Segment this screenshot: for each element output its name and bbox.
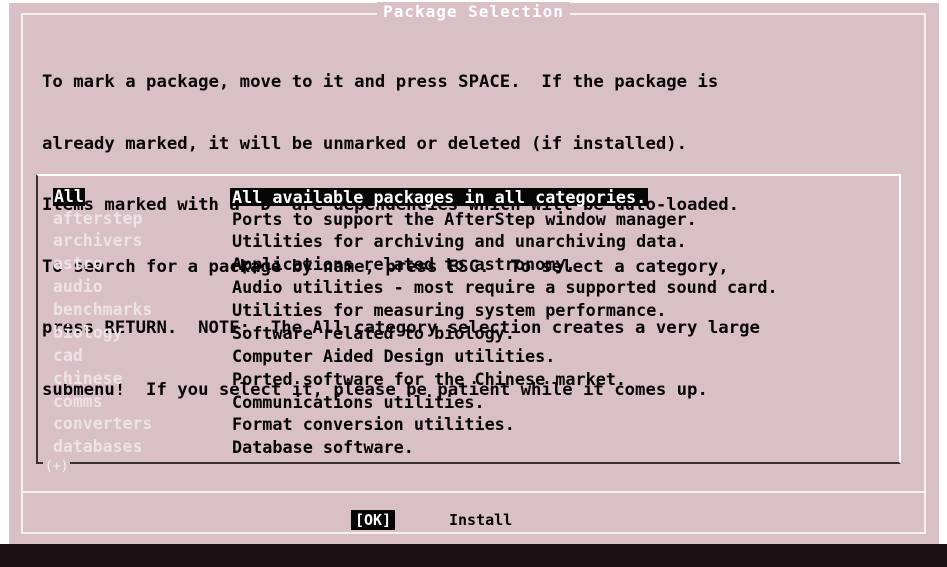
category-description: Software related to biology.: [232, 323, 515, 343]
category-description: Ported software for the Chinese market.: [232, 369, 627, 389]
category-item-archivers[interactable]: archivers Utilities for archiving and un…: [45, 230, 895, 252]
category-description: Computer Aided Design utilities.: [232, 346, 556, 366]
category-item-cad[interactable]: cad Computer Aided Design utilities.: [45, 345, 895, 367]
instruction-line: already marked, it will be unmarked or d…: [42, 133, 688, 154]
category-description: Utilities for measuring system performan…: [232, 300, 667, 320]
category-tag: cad: [53, 346, 83, 365]
category-description: Utilities for archiving and unarchiving …: [232, 231, 687, 251]
category-description: Applications related to astronomy.: [232, 254, 576, 274]
category-description: All available packages in all categories…: [230, 187, 649, 207]
category-item-audio[interactable]: audio Audio utilities - most require a s…: [45, 276, 895, 298]
category-tag: All: [53, 187, 85, 206]
category-tag: comms: [53, 392, 103, 411]
scroll-more-indicator: (+): [43, 459, 71, 474]
category-description: Communications utilities.: [232, 392, 485, 412]
category-item-afterstep[interactable]: afterstep Ports to support the AfterStep…: [45, 208, 895, 230]
category-tag: databases: [53, 437, 143, 456]
category-item-chinese[interactable]: chinese Ported software for the Chinese …: [45, 368, 895, 390]
screen-bottom-edge: [0, 544, 947, 567]
category-tag: converters: [53, 414, 153, 433]
install-button[interactable]: Install: [449, 510, 512, 530]
dialog-title: Package Selection: [377, 2, 570, 21]
category-description: Audio utilities - most require a support…: [232, 277, 778, 297]
ok-button[interactable]: [OK]: [351, 510, 396, 530]
category-item-benchmarks[interactable]: benchmarks Utilities for measuring syste…: [45, 299, 895, 321]
category-description: Ports to support the AfterStep window ma…: [232, 209, 697, 229]
category-item-biology[interactable]: biology Software related to biology.: [45, 322, 895, 344]
category-tag: astro: [53, 254, 103, 273]
category-tag: benchmarks: [53, 300, 153, 319]
dialog-title-bar: Package Selection: [23, 2, 924, 21]
category-tag: biology: [53, 323, 123, 342]
button-divider: [21, 491, 926, 493]
category-tag: archivers: [53, 231, 143, 250]
category-description: Database software.: [232, 437, 414, 457]
category-item-comms[interactable]: comms Communications utilities.: [45, 391, 895, 413]
package-selection-dialog: Package Selection To mark a package, mov…: [9, 2, 939, 544]
category-item-converters[interactable]: converters Format conversion utilities.: [45, 413, 895, 435]
category-description: Format conversion utilities.: [232, 414, 515, 434]
category-tag: chinese: [53, 369, 123, 388]
category-item-astro[interactable]: astro Applications related to astronomy.: [45, 253, 895, 275]
category-tag: audio: [53, 277, 103, 296]
instruction-line: To mark a package, move to it and press …: [42, 72, 719, 92]
category-tag: afterstep: [53, 209, 143, 228]
category-item-all[interactable]: All All available packages in all catego…: [45, 186, 895, 208]
category-item-databases[interactable]: databases Database software.: [45, 436, 895, 458]
